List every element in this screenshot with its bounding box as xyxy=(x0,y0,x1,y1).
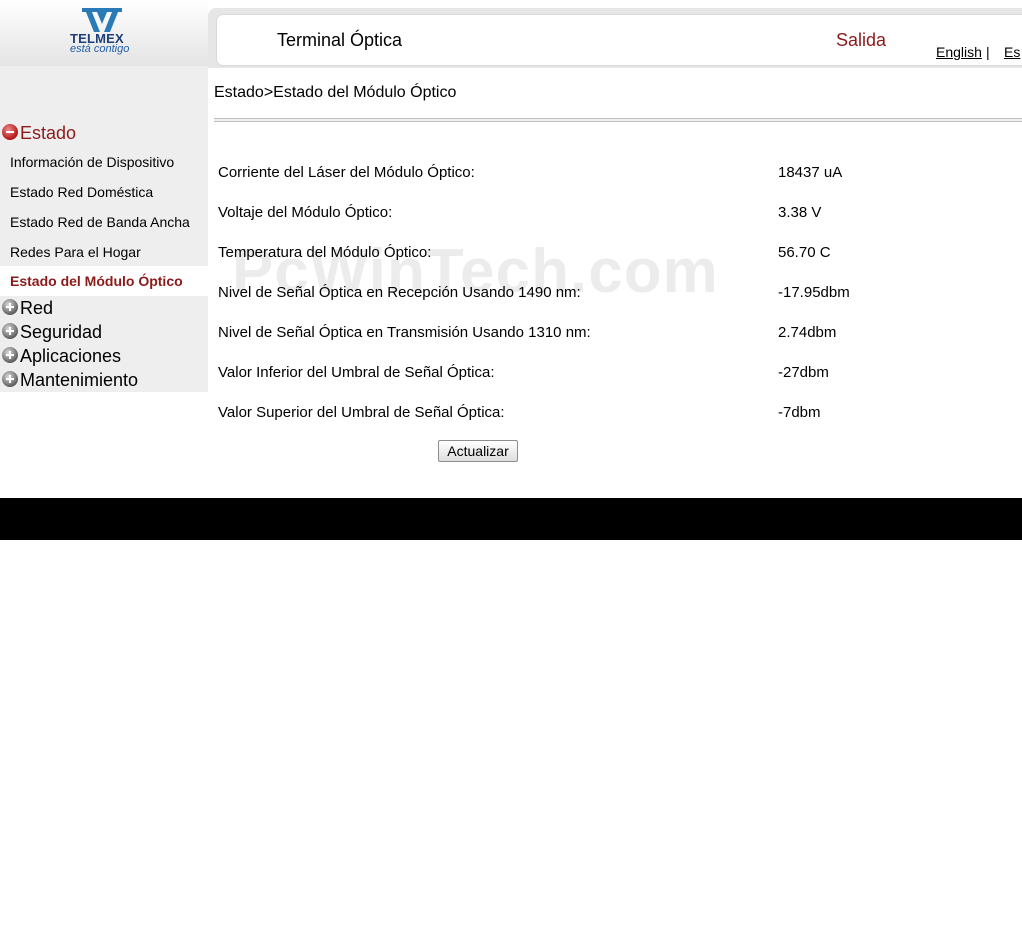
logo-area: TELMEX está contigo xyxy=(0,0,208,66)
breadcrumb: Estado>Estado del Módulo Óptico xyxy=(214,84,457,101)
expand-plus-icon xyxy=(2,347,18,363)
menu-group-label: Estado xyxy=(20,123,77,143)
menu-group-label: Seguridad xyxy=(20,322,103,342)
rx-power-label: Nivel de Señal Óptica en Recepción Usand… xyxy=(218,284,581,301)
menu-group-label: Red xyxy=(20,298,54,318)
menu-group-estado[interactable]: Estado xyxy=(0,123,208,148)
telmex-logo-icon xyxy=(82,8,122,32)
menu-group-label: Mantenimiento xyxy=(20,370,139,390)
threshold-high-value: -7dbm xyxy=(778,404,821,421)
sidebar-item-label: Estado Red de Banda Ancha xyxy=(10,214,190,230)
threshold-low-value: -27dbm xyxy=(778,364,829,381)
menu-group-mantenimiento[interactable]: Mantenimiento xyxy=(0,370,208,395)
voltage-value: 3.38 V xyxy=(778,204,822,221)
sidebar-item-redes-hogar[interactable]: Redes Para el Hogar xyxy=(0,237,208,267)
threshold-low-label: Valor Inferior del Umbral de Señal Óptic… xyxy=(218,364,495,381)
expand-plus-icon xyxy=(2,299,18,315)
temperature-value: 56.70 C xyxy=(778,244,831,261)
threshold-high-label: Valor Superior del Umbral de Señal Óptic… xyxy=(218,404,505,421)
menu-group-seguridad[interactable]: Seguridad xyxy=(0,322,208,347)
lang-english-link[interactable]: English xyxy=(936,44,982,60)
app-title: Terminal Óptica xyxy=(277,30,403,50)
collapse-minus-icon xyxy=(2,124,18,140)
sidebar-item-label: Estado Red Doméstica xyxy=(10,184,154,200)
sidebar-item-estado-modulo-optico[interactable]: Estado del Módulo Óptico xyxy=(0,266,208,296)
sidebar-item-label: Redes Para el Hogar xyxy=(10,244,141,260)
lang-separator: | xyxy=(986,44,990,60)
lang-spanish-link[interactable]: Es xyxy=(1004,44,1020,60)
refresh-button[interactable]: Actualizar xyxy=(438,440,518,462)
menu-group-aplicaciones[interactable]: Aplicaciones xyxy=(0,346,208,371)
laser-current-value: 18437 uA xyxy=(778,164,843,181)
sidebar-item-label: Estado del Módulo Óptico xyxy=(10,273,183,289)
menu-group-red[interactable]: Red xyxy=(0,298,208,323)
logout-link[interactable]: Salida xyxy=(836,30,886,51)
voltage-label: Voltaje del Módulo Óptico: xyxy=(218,204,393,221)
expand-plus-icon xyxy=(2,371,18,387)
footer-bar xyxy=(0,498,1022,540)
temperature-label: Temperatura del Módulo Óptico: xyxy=(218,244,432,261)
tx-power-value: 2.74dbm xyxy=(778,324,837,341)
expand-plus-icon xyxy=(2,323,18,339)
sidebar-item-informacion-dispositivo[interactable]: Información de Dispositivo xyxy=(0,147,208,177)
sidebar-item-estado-red-banda-ancha[interactable]: Estado Red de Banda Ancha xyxy=(0,207,208,237)
section-divider xyxy=(214,118,1022,122)
sidebar-item-estado-red-domestica[interactable]: Estado Red Doméstica xyxy=(0,177,208,207)
sidebar-item-label: Información de Dispositivo xyxy=(10,154,175,170)
brand-tagline: está contigo xyxy=(70,43,130,55)
laser-current-label: Corriente del Láser del Módulo Óptico: xyxy=(218,164,475,181)
rx-power-value: -17.95dbm xyxy=(778,284,850,301)
menu-group-label: Aplicaciones xyxy=(20,346,122,366)
tx-power-label: Nivel de Señal Óptica en Transmisión Usa… xyxy=(218,324,591,341)
